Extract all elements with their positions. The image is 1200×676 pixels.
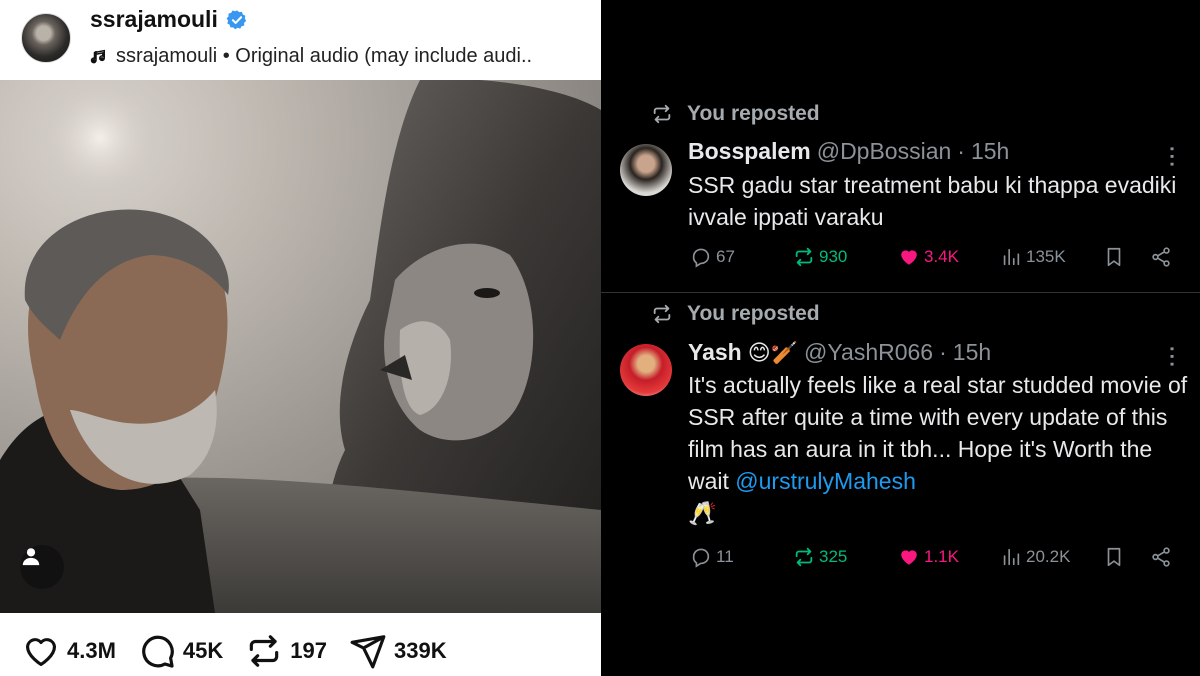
timestamp[interactable]: 15h (953, 339, 991, 366)
like-button[interactable]: 1.1K (898, 546, 959, 568)
repost-icon (795, 547, 813, 567)
share-count: 339K (394, 638, 447, 663)
tagged-people-button[interactable] (20, 545, 64, 589)
tweet-body: SSR gadu star treatment babu ki thappa e… (688, 172, 1177, 230)
views-icon (1003, 548, 1020, 566)
repost-count: 197 (290, 638, 327, 663)
like-count: 1.1K (924, 547, 959, 566)
like-count: 4.3M (67, 638, 116, 663)
person-icon (22, 548, 40, 566)
audio-label: ssrajamouli • Original audio (may includ… (116, 45, 533, 67)
tweet-actions: 11 325 1.1K 20.2K (688, 546, 1188, 576)
retweet-count: 930 (819, 247, 848, 266)
timestamp[interactable]: 15h (971, 138, 1009, 165)
share-button[interactable] (1150, 546, 1172, 568)
views-icon (1003, 248, 1020, 266)
reply-count: 11 (716, 547, 734, 566)
heart-icon (901, 550, 917, 565)
heart-icon (901, 250, 917, 265)
author-handle[interactable]: @DpBossian (817, 138, 952, 165)
post-image[interactable] (0, 80, 601, 613)
view-count: 135K (1026, 247, 1066, 266)
username[interactable]: ssrajamouli (90, 6, 218, 33)
repost-icon (250, 635, 279, 667)
bookmark-icon (1107, 547, 1121, 567)
name-emoji: 😊🏏 (747, 340, 799, 365)
x-share-icon (1152, 247, 1170, 267)
post-header: ssrajamouli ssrajamouli • Original audio… (0, 0, 601, 80)
tweet-actions: 67 930 3.4K 135K (688, 246, 1188, 276)
post-author[interactable]: ssrajamouli (90, 6, 248, 33)
comment-count: 45K (182, 638, 224, 663)
mention-link[interactable]: @urstrulyMahesh (735, 468, 916, 494)
reply-count: 67 (716, 247, 735, 266)
reply-button[interactable]: 11 (690, 546, 734, 568)
post-action-bar: 4.3M 45K 197 339K (0, 626, 601, 676)
share-icon (350, 635, 386, 669)
repost-icon (795, 247, 813, 267)
x-feed-panel: You reposted Bosspalem @DpBossian · 15h … (601, 0, 1200, 676)
like-button[interactable]: 4.3M (22, 632, 116, 670)
tweet-header: Yash 😊🏏 @YashR066 · 15h (688, 339, 991, 366)
views-button[interactable]: 20.2K (1000, 546, 1070, 568)
repost-label: You reposted (687, 302, 820, 325)
verified-badge-icon (226, 9, 247, 29)
avatar[interactable] (620, 344, 672, 396)
like-count: 3.4K (924, 247, 959, 266)
share-button[interactable] (1150, 246, 1172, 268)
repost-indicator: You reposted (651, 102, 820, 126)
repost-button[interactable]: 197 (245, 632, 327, 670)
views-button[interactable]: 135K (1000, 246, 1066, 268)
music-note-icon (90, 49, 106, 63)
tweet-emoji: 🥂 (688, 500, 717, 526)
repost-icon (653, 104, 671, 124)
bookmark-button[interactable] (1103, 546, 1125, 568)
view-count: 20.2K (1026, 547, 1071, 566)
reply-icon (692, 248, 710, 268)
more-icon[interactable]: ··· (1159, 346, 1182, 369)
avatar[interactable] (21, 13, 71, 63)
repost-label: You reposted (687, 102, 820, 125)
avatar[interactable] (620, 144, 672, 196)
photo-illustration (0, 80, 601, 613)
reply-icon (692, 548, 710, 568)
bookmark-button[interactable] (1103, 246, 1125, 268)
author-name[interactable]: Yash (688, 339, 742, 366)
comment-icon (142, 635, 174, 668)
tweet-header: Bosspalem @DpBossian · 15h (688, 138, 1009, 165)
divider (601, 292, 1200, 293)
more-icon[interactable]: ··· (1159, 146, 1182, 169)
separator-dot: · (939, 339, 947, 365)
retweet-count: 325 (819, 547, 848, 566)
author-name[interactable]: Bosspalem (688, 138, 811, 165)
retweet-button[interactable]: 930 (793, 246, 847, 268)
comment-button[interactable]: 45K (138, 632, 223, 670)
like-button[interactable]: 3.4K (898, 246, 959, 268)
heart-icon (25, 638, 57, 667)
x-share-icon (1152, 547, 1170, 567)
instagram-post-panel: ssrajamouli ssrajamouli • Original audio… (0, 0, 601, 676)
audio-link[interactable]: ssrajamouli • Original audio (may includ… (90, 45, 532, 68)
retweet-button[interactable]: 325 (793, 546, 847, 568)
separator-dot: · (957, 138, 965, 164)
repost-icon (653, 304, 671, 324)
author-handle[interactable]: @YashR066 (804, 339, 933, 366)
tweet-text: It's actually feels like a real star stu… (688, 369, 1188, 529)
bookmark-icon (1107, 247, 1121, 267)
share-button[interactable]: 339K (349, 632, 447, 670)
repost-indicator: You reposted (651, 302, 820, 326)
reply-button[interactable]: 67 (690, 246, 735, 268)
tweet-text: SSR gadu star treatment babu ki thappa e… (688, 169, 1188, 233)
